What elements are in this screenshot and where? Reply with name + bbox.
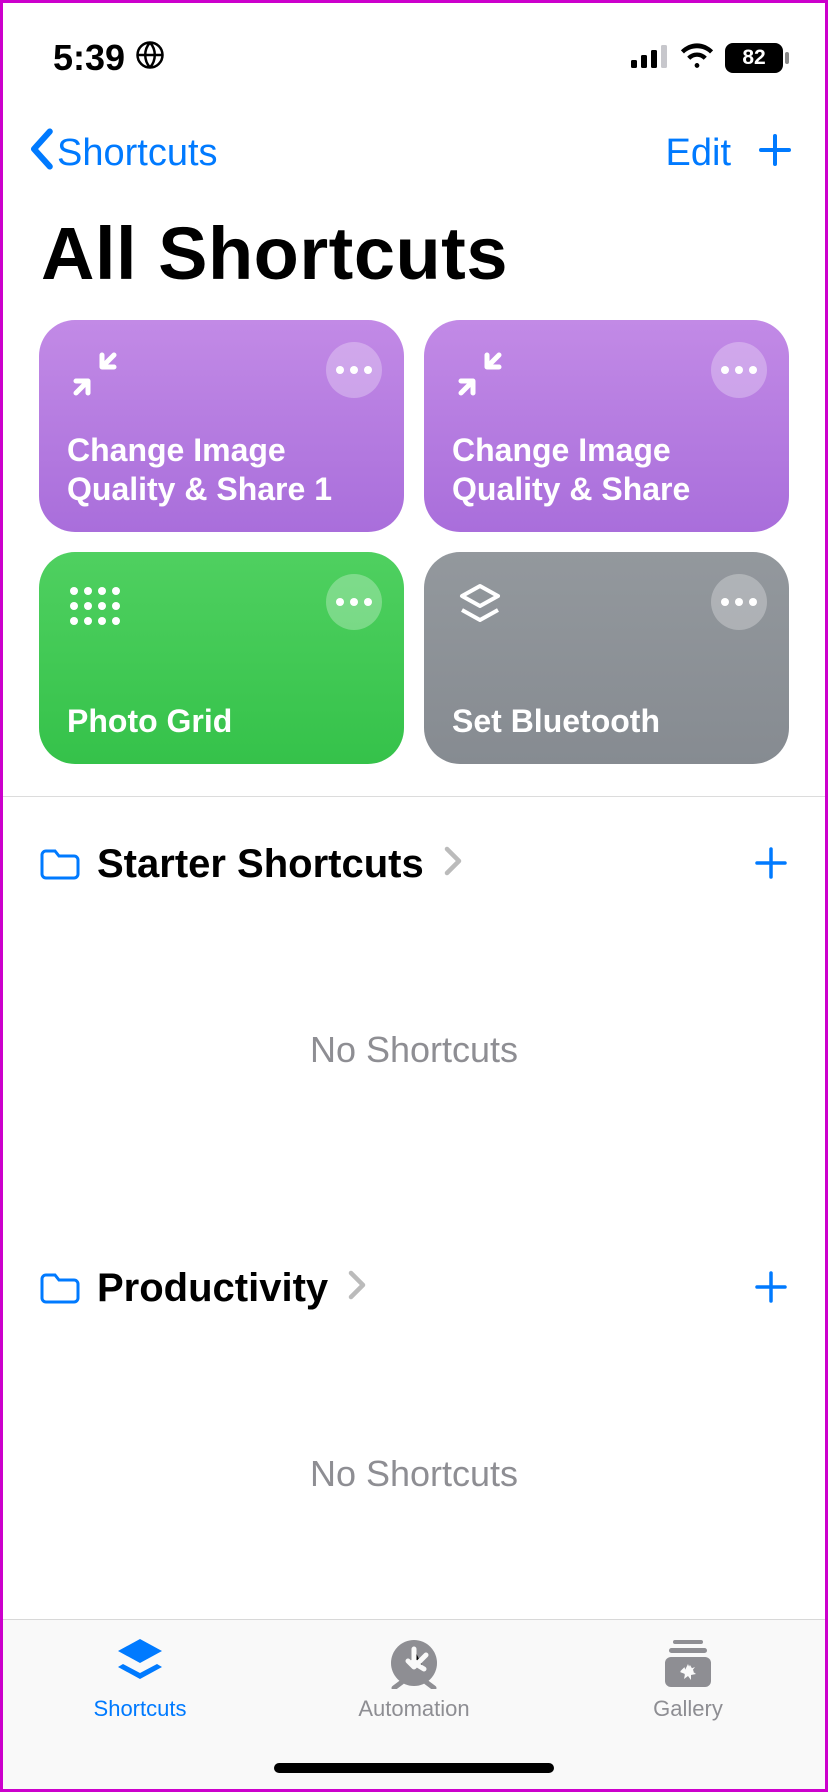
cellular-signal-icon bbox=[631, 42, 669, 75]
battery-percent: 82 bbox=[742, 46, 765, 70]
chevron-right-icon bbox=[444, 843, 462, 885]
chevron-left-icon bbox=[27, 128, 55, 179]
status-time-text: 5:39 bbox=[53, 37, 125, 79]
card-label: Set Bluetooth bbox=[452, 702, 761, 740]
nav-bar: Shortcuts Edit bbox=[3, 113, 825, 193]
section-add-button[interactable] bbox=[753, 839, 789, 889]
back-label: Shortcuts bbox=[57, 132, 218, 175]
section-starter: Starter Shortcuts No Shortcuts bbox=[3, 797, 825, 1221]
shortcut-card[interactable]: Set Bluetooth bbox=[424, 552, 789, 764]
add-shortcut-button[interactable] bbox=[755, 127, 795, 179]
grid-dots-icon bbox=[67, 578, 123, 634]
layers-icon bbox=[452, 578, 508, 634]
gallery-tab-icon bbox=[661, 1636, 715, 1690]
page-title: All Shortcuts bbox=[3, 193, 825, 320]
shortcut-card[interactable]: Photo Grid bbox=[39, 552, 404, 764]
tab-label: Shortcuts bbox=[94, 1696, 187, 1722]
tab-label: Gallery bbox=[653, 1696, 723, 1722]
card-label: Photo Grid bbox=[67, 702, 376, 740]
back-button[interactable]: Shortcuts bbox=[27, 128, 218, 179]
tab-label: Automation bbox=[358, 1696, 469, 1722]
folder-icon bbox=[39, 846, 81, 882]
chevron-right-icon bbox=[348, 1267, 366, 1309]
status-time: 5:39 bbox=[53, 37, 165, 79]
collapse-arrows-icon bbox=[67, 346, 123, 402]
card-more-button[interactable] bbox=[326, 342, 382, 398]
section-add-button[interactable] bbox=[753, 1263, 789, 1313]
card-label: Change Image Quality & Share 1 bbox=[67, 431, 376, 508]
battery-icon: 82 bbox=[725, 43, 783, 73]
section-header[interactable]: Productivity bbox=[39, 1266, 366, 1311]
section-title: Productivity bbox=[97, 1266, 328, 1311]
location-globe-icon bbox=[135, 37, 165, 79]
tab-gallery[interactable]: Gallery bbox=[551, 1620, 825, 1789]
edit-button[interactable]: Edit bbox=[666, 132, 731, 175]
home-indicator[interactable] bbox=[274, 1763, 554, 1773]
shortcuts-grid: Change Image Quality & Share 1 Change Im… bbox=[3, 320, 825, 782]
section-empty-text: No Shortcuts bbox=[39, 1313, 789, 1645]
status-bar: 5:39 82 bbox=[3, 3, 825, 113]
section-productivity: Productivity No Shortcuts bbox=[3, 1221, 825, 1645]
automation-tab-icon bbox=[388, 1636, 440, 1690]
card-more-button[interactable] bbox=[711, 574, 767, 630]
collapse-arrows-icon bbox=[452, 346, 508, 402]
tab-bar: Shortcuts Automation Gallery bbox=[3, 1619, 825, 1789]
shortcut-card[interactable]: Change Image Quality & Share bbox=[424, 320, 789, 532]
card-more-button[interactable] bbox=[326, 574, 382, 630]
section-header[interactable]: Starter Shortcuts bbox=[39, 842, 462, 887]
folder-icon bbox=[39, 1270, 81, 1306]
section-title: Starter Shortcuts bbox=[97, 842, 424, 887]
shortcuts-tab-icon bbox=[112, 1636, 168, 1690]
tab-shortcuts[interactable]: Shortcuts bbox=[3, 1620, 277, 1789]
shortcut-card[interactable]: Change Image Quality & Share 1 bbox=[39, 320, 404, 532]
status-right: 82 bbox=[631, 42, 783, 75]
card-more-button[interactable] bbox=[711, 342, 767, 398]
wifi-icon bbox=[679, 42, 715, 75]
card-label: Change Image Quality & Share bbox=[452, 431, 761, 508]
section-empty-text: No Shortcuts bbox=[39, 889, 789, 1221]
